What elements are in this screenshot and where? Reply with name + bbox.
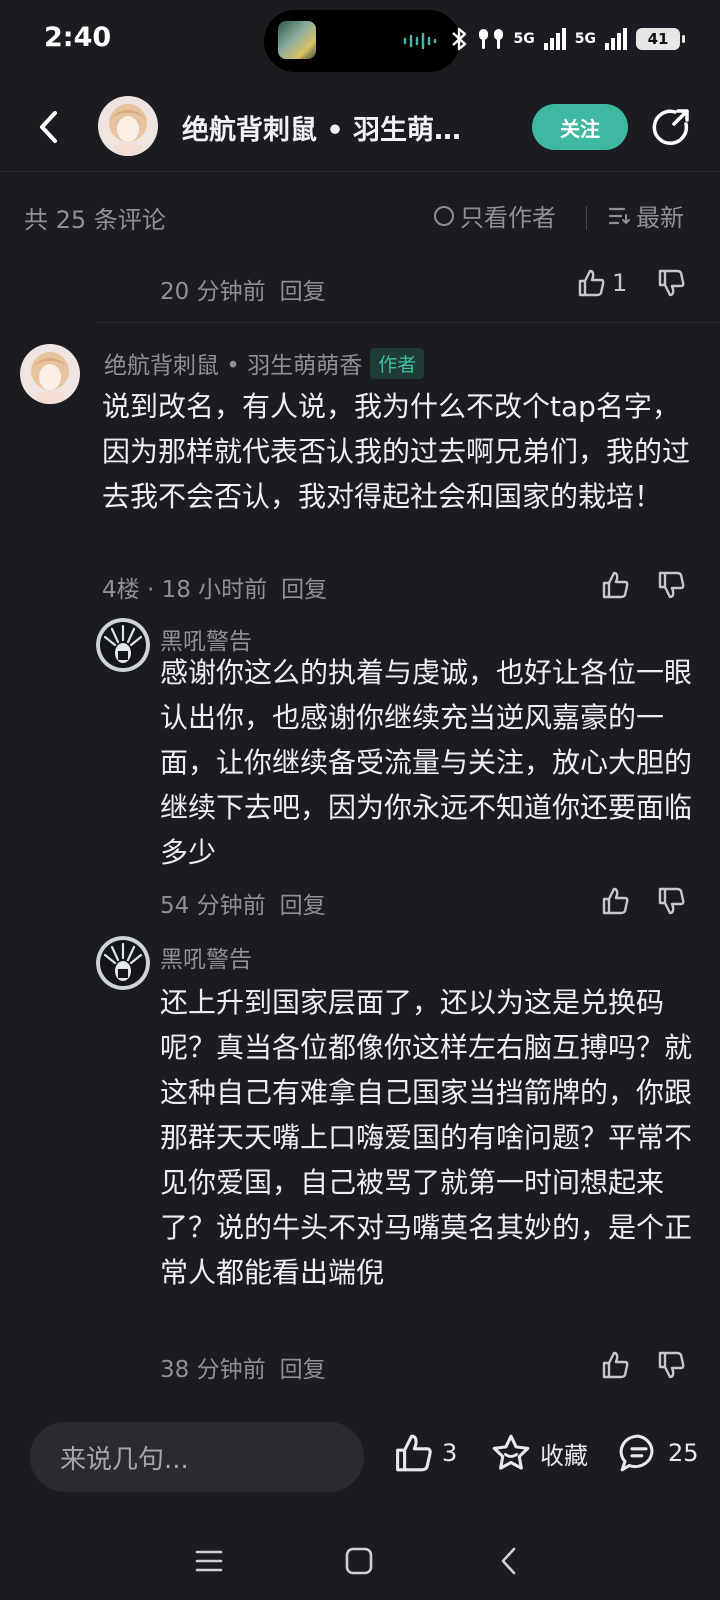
thumbs-down-icon [658, 571, 685, 599]
comment-total: 25 [668, 1439, 699, 1467]
star-icon [492, 1434, 530, 1470]
author-only-filter[interactable]: 只看作者 [434, 198, 556, 233]
reply-avatar[interactable] [96, 936, 150, 990]
reply-time: 20 分钟前 [160, 279, 266, 305]
comments-button[interactable]: 25 [618, 1432, 699, 1474]
reply-time: 54 分钟前 [160, 893, 266, 919]
audio-wave-icon [403, 32, 437, 50]
thumbs-down-icon [658, 1351, 685, 1379]
network-type-1: 5G [513, 31, 535, 47]
commenter-avatar[interactable] [20, 344, 80, 404]
favorite-button[interactable]: 收藏 [490, 1432, 588, 1474]
thumbs-up-icon [578, 269, 605, 297]
comment-divider [96, 322, 720, 323]
dislike-button[interactable] [656, 570, 686, 600]
dislike-button[interactable] [656, 268, 686, 298]
reply-meta: 38 分钟前 回复 [160, 1350, 326, 1384]
author-badge: 作者 [370, 347, 425, 379]
like-button[interactable] [600, 1350, 630, 1380]
reply-button[interactable]: 回复 [280, 886, 326, 920]
signal-icon-2 [605, 28, 627, 50]
like-button[interactable] [600, 570, 630, 600]
home-button[interactable] [334, 1536, 384, 1586]
media-thumbnail [278, 21, 316, 59]
comment-input[interactable]: 来说几句... [30, 1422, 364, 1492]
commenter-name[interactable]: 绝航背刺鼠 • 羽生萌萌香 [104, 346, 362, 380]
comment-count: 共 25 条评论 [24, 206, 166, 234]
reply-button[interactable]: 回复 [281, 570, 327, 604]
post-header: 绝航背刺鼠 • 羽生萌… 关注 [0, 82, 720, 172]
comment-meta: 4楼 · 18 小时前 回复 [102, 570, 327, 604]
signal-icon [543, 28, 566, 50]
bluetooth-icon [451, 27, 466, 51]
home-square-icon [345, 1547, 373, 1575]
battery-level: 41 [647, 30, 669, 48]
reply-text: 感谢你这么的执着与虔诚，也好让各位一眼认出你，也感谢你继续充当逆风嘉豪的一面，让… [160, 656, 693, 869]
radio-icon [434, 205, 454, 226]
recent-apps-button[interactable] [184, 1536, 234, 1586]
back-chevron-icon [501, 1547, 516, 1575]
status-icons: 5G 5G 41 [450, 24, 685, 54]
reply-avatar[interactable] [96, 618, 150, 672]
author-only-label: 只看作者 [460, 204, 556, 232]
reply-author: 黑吼警告 [160, 940, 252, 974]
post-author-title: 绝航背刺鼠 • 羽生萌… [182, 115, 462, 146]
author-avatar[interactable] [98, 96, 158, 156]
post-like-button[interactable]: 3 [392, 1432, 457, 1474]
reply-button[interactable]: 回复 [280, 1350, 326, 1384]
comments-toolbar: 共 25 条评论 只看作者 最新 [0, 192, 720, 240]
toolbar-divider [586, 206, 587, 230]
thumbs-up-icon [602, 887, 629, 915]
share-icon [652, 109, 689, 146]
status-time: 2:40 [44, 22, 112, 53]
comment-bubble-icon [619, 1434, 654, 1472]
system-back-button[interactable] [484, 1536, 534, 1586]
back-arrow-icon [40, 111, 57, 143]
reply-user-name[interactable]: 黑吼警告 [160, 940, 252, 974]
thumbs-up-icon [396, 1434, 432, 1472]
reply-meta: 54 分钟前 回复 [160, 886, 326, 920]
share-button[interactable] [648, 104, 694, 150]
back-button[interactable] [26, 104, 72, 150]
comment-input-placeholder: 来说几句... [60, 1444, 189, 1475]
reply-time: 38 分钟前 [160, 1357, 266, 1383]
sort-lines-icon [608, 207, 630, 224]
thumbs-up-icon [602, 1351, 629, 1379]
like-button[interactable] [600, 886, 630, 916]
favorite-label: 收藏 [540, 1441, 588, 1470]
system-nav-bar [0, 1520, 720, 1600]
sort-label: 最新 [636, 204, 684, 232]
comment-text: 说到改名，有人说，我为什么不改个tap名字，因为那样就代表否认我的过去啊兄弟们，… [102, 390, 691, 513]
thumbs-up-icon [602, 571, 629, 599]
status-bar: 2:40 5G 5G 41 [0, 0, 720, 80]
dynamic-island [264, 10, 460, 72]
earbuds-icon [478, 29, 503, 49]
like-count: 1 [612, 269, 628, 297]
reply-meta: 20 分钟前 回复 [160, 272, 326, 306]
thumbs-down-icon [658, 269, 685, 297]
network-type-2: 5G [574, 31, 596, 47]
comment-author: 绝航背刺鼠 • 羽生萌萌香 作者 [104, 346, 425, 380]
follow-button[interactable]: 关注 [532, 104, 628, 150]
thumbs-down-icon [658, 887, 685, 915]
like-button[interactable]: 1 [576, 268, 627, 298]
post-like-count: 3 [442, 1439, 458, 1467]
comment-floor-time: 4楼 · 18 小时前 [102, 577, 268, 603]
reply-text: 还上升到国家层面了，还以为这是兑换码呢？真当各位都像你这样左右脑互搏吗？就这种自… [160, 986, 693, 1289]
sort-latest-button[interactable]: 最新 [608, 198, 684, 233]
reply-button[interactable]: 回复 [280, 272, 326, 306]
dislike-button[interactable] [656, 1350, 686, 1380]
menu-icon [195, 1550, 223, 1572]
dislike-button[interactable] [656, 886, 686, 916]
battery-indicator: 41 [636, 28, 685, 50]
